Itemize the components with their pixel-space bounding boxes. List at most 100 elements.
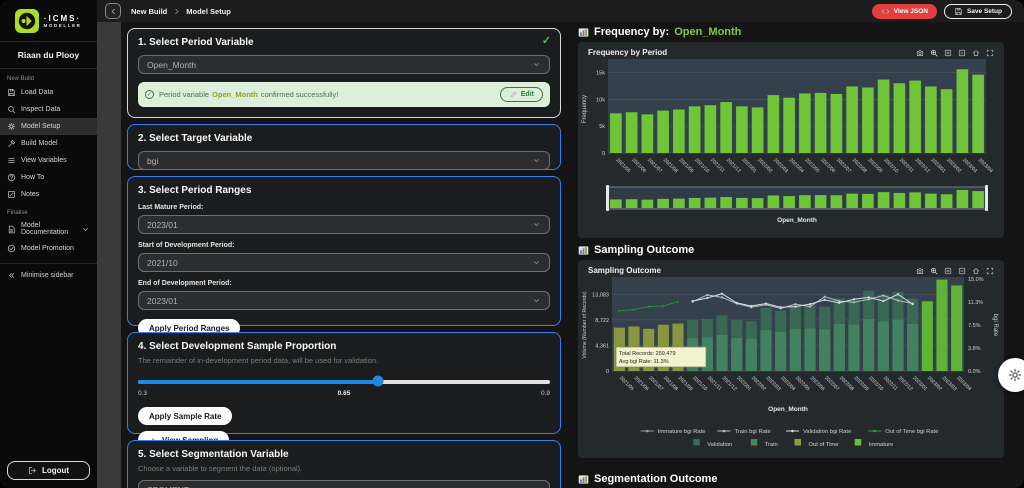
svg-text:Volume (Number of Records): Volume (Number of Records) [582,291,588,358]
period-variable-select[interactable]: Open_Month [138,55,550,74]
svg-text:0: 0 [602,151,605,157]
sampling-chart-svg[interactable]: 04,3618,72213,0830.0%3.8%7.5%11.3%15.0%T… [578,275,1004,453]
dev-start-select[interactable]: 2021/10 [138,253,550,272]
brand-line1: ·ICMS· [43,14,81,23]
svg-text:2021/09: 2021/09 [677,157,694,174]
edit-label: Edit [521,91,534,98]
view-json-button[interactable]: View JSON [872,4,937,19]
sidebar-item-view-variables[interactable]: View Variables [0,152,97,169]
sidebar-item-model-promotion[interactable]: Model Promotion [0,240,97,257]
sidebar-item-load-data[interactable]: Load Data [0,84,97,101]
chevron-down-icon [81,225,90,234]
frequency-chart-card: Frequency by Period 05k10k15k2021/052021… [578,42,1004,238]
target-variable-select[interactable]: bgi [138,151,550,170]
svg-text:2022/07: 2022/07 [823,375,840,392]
camera-icon[interactable] [916,49,924,57]
autoscale-icon[interactable] [972,267,980,275]
logout-button[interactable]: Logout [7,461,90,480]
segmentation-variable-select[interactable]: SEGMENT [138,480,550,488]
code-icon [881,7,890,16]
scrollbar-gutter[interactable] [97,22,121,488]
sidebar-item-model-documentation[interactable]: Model Documentation [0,218,97,240]
sample-proportion-slider[interactable] [138,376,550,387]
reset-axes-icon[interactable] [986,267,994,275]
bar-chart-icon [578,245,589,256]
save-setup-button[interactable]: Save Setup [944,4,1012,19]
svg-text:2022/03: 2022/03 [765,375,782,392]
last-mature-period-select[interactable]: 2023/01 [138,215,550,234]
zoom-icon[interactable] [930,49,938,57]
svg-text:2022/12: 2022/12 [897,375,914,392]
svg-text:Total Records: 259,479: Total Records: 259,479 [619,351,676,357]
check-circle-icon [7,244,16,253]
frequency-chart-svg[interactable]: 05k10k15k2021/052021/062021/072021/08202… [578,57,1004,233]
svg-text:2021/12: 2021/12 [721,375,738,392]
apply-sample-rate-button[interactable]: Apply Sample Rate [138,407,232,425]
save-icon [7,88,16,97]
sidebar-item-notes[interactable]: Notes [0,186,97,203]
frequency-header-variable: Open_Month [674,26,741,38]
camera-icon[interactable] [916,267,924,275]
alert-suffix: confirmed successfully! [261,90,339,99]
edit-button[interactable]: Edit [500,87,543,102]
dev-start-value: 2021/10 [147,258,178,268]
zoom-in-icon[interactable] [944,267,952,275]
settings-fab-button[interactable] [998,358,1024,392]
slider-value-label: 0.65 [338,390,351,397]
chevron-down-icon [532,258,541,267]
breadcrumb-new-build[interactable]: New Build [131,7,167,16]
section1-title: 1. Select Period Variable [138,37,550,48]
svg-text:2022/01: 2022/01 [735,375,752,392]
zoom-in-icon[interactable] [944,49,952,57]
notes-icon [7,190,16,199]
back-button[interactable] [105,3,121,19]
pencil-icon [509,90,518,99]
svg-text:Frequency: Frequency [582,95,588,123]
svg-text:2023/03: 2023/03 [941,375,958,392]
svg-text:7.5%: 7.5% [968,323,981,329]
svg-text:2021/08: 2021/08 [662,375,679,392]
period-variable-value: Open_Month [147,60,196,70]
slider-track[interactable] [138,380,550,384]
section-complete-check-icon: ✓ [542,34,551,47]
section-target-variable: 2. Select Target Variable bgi [127,124,561,170]
svg-text:2021/08: 2021/08 [662,157,679,174]
sidebar-item-build-model[interactable]: Build Model [0,135,97,152]
minimise-sidebar-button[interactable]: Minimise sidebar [0,266,97,285]
chart-modebar [916,49,994,57]
sampling-chart-title-row: Sampling Outcome [578,260,1004,275]
zoom-out-icon[interactable] [958,267,966,275]
svg-text:2021/09: 2021/09 [677,375,694,392]
zoom-icon[interactable] [930,267,938,275]
svg-text:2022/01: 2022/01 [740,157,757,174]
svg-text:Train: Train [765,442,778,448]
sidebar-item-how-to[interactable]: How To [0,169,97,186]
chevron-down-icon [532,296,541,305]
reset-axes-icon[interactable] [986,49,994,57]
sidebar-item-inspect-data[interactable]: Inspect Data [0,101,97,118]
slider-fill [138,380,378,384]
svg-text:2022/10: 2022/10 [867,375,884,392]
frequency-header-prefix: Frequency by: [594,26,669,38]
svg-text:2021/05: 2021/05 [618,375,635,392]
autoscale-icon[interactable] [972,49,980,57]
nav-section-new-build: New Build [0,69,97,84]
slider-handle[interactable] [373,376,384,387]
section4-subtitle: The remainder of in-development period d… [138,356,550,365]
svg-text:Train bgi Rate: Train bgi Rate [735,429,771,435]
section-segmentation-variable: 5. Select Segmentation Variable Choose a… [127,440,561,488]
slider-labels: 0.3 0.65 0.9 [138,390,550,400]
zoom-out-icon[interactable] [958,49,966,57]
svg-text:2021/06: 2021/06 [630,157,647,174]
sidebar-item-label: Inspect Data [21,106,60,113]
section-period-variable: 1. Select Period Variable ✓ Open_Month ✓… [127,28,561,118]
svg-text:2022/08: 2022/08 [838,375,855,392]
sidebar-item-model-setup[interactable]: Model Setup [0,118,97,135]
svg-text:2022/06: 2022/06 [819,157,836,174]
segmentation-variable-value: SEGMENT [147,485,189,488]
svg-text:5k: 5k [599,124,605,130]
check-circle-icon: ✓ [145,90,154,99]
sidebar-item-label: Model Setup [21,123,60,130]
build-icon [7,139,16,148]
dev-end-select[interactable]: 2023/01 [138,291,550,310]
